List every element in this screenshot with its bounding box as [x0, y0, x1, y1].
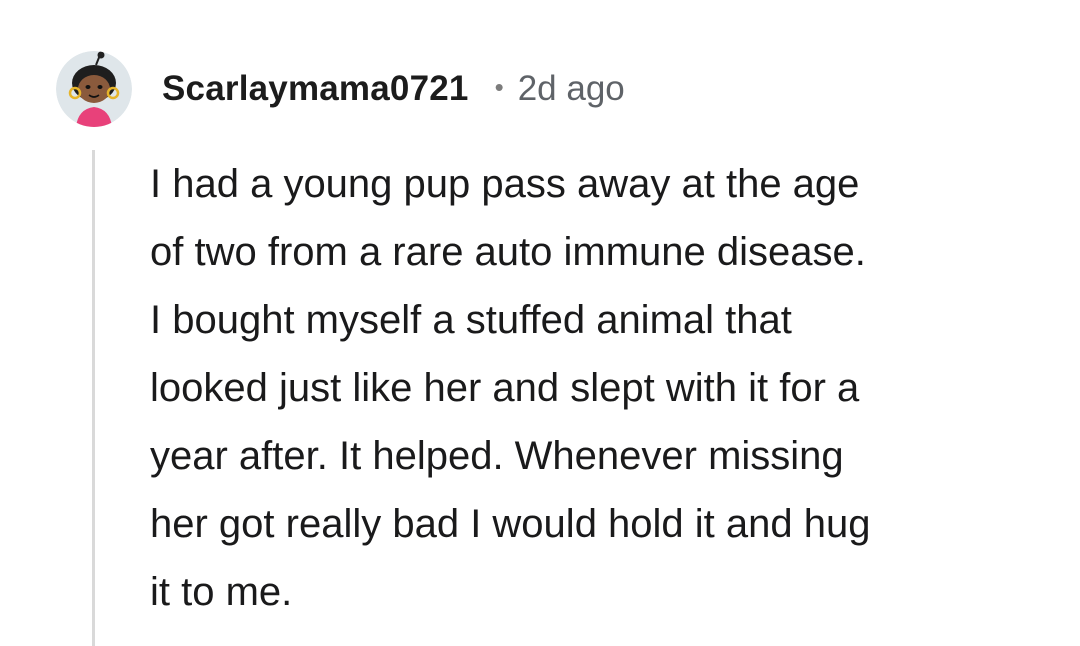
comment-body-line: I had a young pup pass away at the age	[150, 162, 860, 206]
comment-header: Scarlaymama0721 • 2d ago	[56, 46, 625, 132]
comment-body-line: year after. It helped. Whenever missing	[150, 434, 844, 478]
thread-line[interactable]	[92, 150, 95, 646]
comment-body-line: of two from a rare auto immune disease.	[150, 230, 866, 274]
username[interactable]: Scarlaymama0721	[162, 69, 469, 109]
comment-body-line: it to me.	[150, 570, 293, 614]
comment-body-line: I bought myself a stuffed animal that	[150, 298, 792, 342]
comment-body-line: looked just like her and slept with it f…	[150, 366, 860, 410]
comment-body: I had a young pup pass away at the age o…	[150, 150, 1050, 626]
avatar[interactable]	[56, 51, 132, 127]
comment: Scarlaymama0721 • 2d ago I had a young p…	[0, 0, 1080, 646]
timestamp: 2d ago	[517, 69, 625, 108]
comment-body-line: her got really bad I would hold it and h…	[150, 502, 871, 546]
meta-separator: •	[494, 71, 504, 102]
snoo-avatar-icon	[56, 51, 132, 127]
